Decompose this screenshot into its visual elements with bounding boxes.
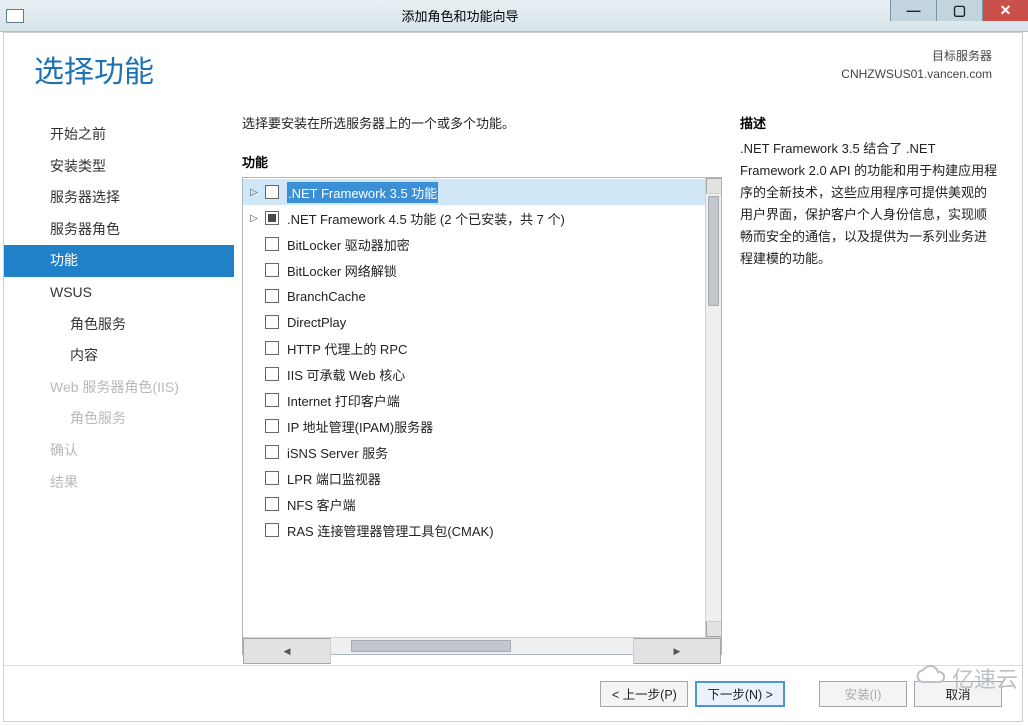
feature-checkbox[interactable] [265,367,279,381]
features-heading: 功能 [242,152,722,171]
feature-checkbox[interactable] [265,497,279,511]
target-server-name: CNHZWSUS01.vancen.com [841,65,992,83]
features-box: ▷ .NET Framework 3.5 功能 ▷ .NET Framework 4.… [242,177,722,655]
description-text: .NET Framework 3.5 结合了 .NET Framework 2.… [740,138,998,271]
page-title: 选择功能 [34,47,154,91]
feature-label: BitLocker 网络解锁 [287,261,397,280]
feature-label: IIS 可承载 Web 核心 [287,365,405,384]
sidebar-item-wsus[interactable]: WSUS [4,277,234,309]
sidebar-item-features[interactable]: 功能 [4,245,234,277]
feature-label: NFS 客户端 [287,495,356,514]
title-bar: 添加角色和功能向导 — ▢ ✕ [0,0,1028,32]
expand-icon[interactable]: ▷ [247,185,261,199]
description-heading: 描述 [740,113,998,132]
feature-label: HTTP 代理上的 RPC [287,339,407,358]
features-tree: ▷ .NET Framework 3.5 功能 ▷ .NET Framework 4.… [243,178,721,544]
feature-checkbox[interactable] [265,393,279,407]
install-button: 安装(I) [819,681,907,707]
feature-checkbox[interactable] [265,237,279,251]
feature-checkbox[interactable] [265,445,279,459]
feature-row[interactable]: BitLocker 驱动器加密 [243,231,721,257]
client-area: 选择功能 目标服务器 CNHZWSUS01.vancen.com 开始之前 安装… [3,32,1023,722]
feature-row[interactable]: Internet 打印客户端 [243,387,721,413]
feature-label: .NET Framework 3.5 功能 [287,182,438,203]
minimize-button[interactable]: — [890,0,936,21]
close-button[interactable]: ✕ [982,0,1028,21]
feature-label: IP 地址管理(IPAM)服务器 [287,417,433,436]
horizontal-scrollbar[interactable]: ◀ ▶ [243,637,721,654]
feature-row[interactable]: BranchCache [243,283,721,309]
feature-row[interactable]: ▷ .NET Framework 4.5 功能 (2 个已安装，共 7 个) [243,205,721,231]
feature-label: .NET Framework 4.5 功能 (2 个已安装，共 7 个) [287,209,565,228]
feature-row[interactable]: RAS 连接管理器管理工具包(CMAK) [243,517,721,543]
feature-label: iSNS Server 服务 [287,443,388,462]
wizard-footer: < 上一步(P) 下一步(N) > 安装(I) 取消 [4,665,1022,721]
sidebar-item-confirmation: 确认 [4,435,234,467]
description-panel: 描述 .NET Framework 3.5 结合了 .NET Framework… [740,113,998,655]
sidebar-item-installation-type[interactable]: 安装类型 [4,151,234,183]
feature-checkbox[interactable] [265,185,279,199]
feature-checkbox[interactable] [265,341,279,355]
scroll-down-button[interactable]: ▼ [706,621,721,637]
features-scroll[interactable]: ▷ .NET Framework 3.5 功能 ▷ .NET Framework 4.… [243,178,721,637]
main-content: 选择要安装在所选服务器上的一个或多个功能。 功能 ▷ .NET Framework… [234,101,1006,665]
target-server-block: 目标服务器 CNHZWSUS01.vancen.com [841,47,992,83]
feature-checkbox[interactable] [265,211,279,225]
cancel-button[interactable]: 取消 [914,681,1002,707]
next-button[interactable]: 下一步(N) > [695,681,785,707]
wizard-sidebar: 开始之前 安装类型 服务器选择 服务器角色 功能 WSUS 角色服务 内容 We… [4,101,234,665]
wizard-body: 开始之前 安装类型 服务器选择 服务器角色 功能 WSUS 角色服务 内容 We… [4,101,1022,665]
feature-label: RAS 连接管理器管理工具包(CMAK) [287,521,494,540]
window-icon [0,9,30,23]
feature-label: Internet 打印客户端 [287,391,400,410]
scroll-up-button[interactable]: ▲ [706,178,721,194]
feature-row[interactable]: iSNS Server 服务 [243,439,721,465]
feature-checkbox[interactable] [265,263,279,277]
feature-checkbox[interactable] [265,315,279,329]
feature-row[interactable]: IIS 可承载 Web 核心 [243,361,721,387]
window-title: 添加角色和功能向导 [30,6,890,25]
wizard-header: 选择功能 目标服务器 CNHZWSUS01.vancen.com [4,33,1022,101]
instruction-text: 选择要安装在所选服务器上的一个或多个功能。 [242,113,722,132]
feature-row[interactable]: NFS 客户端 [243,491,721,517]
feature-label: DirectPlay [287,315,346,330]
scroll-right-button[interactable]: ▶ [633,638,721,664]
feature-row[interactable]: IP 地址管理(IPAM)服务器 [243,413,721,439]
feature-label: BitLocker 驱动器加密 [287,235,410,254]
sidebar-item-server-selection[interactable]: 服务器选择 [4,182,234,214]
sidebar-item-role-services[interactable]: 角色服务 [4,309,234,341]
sidebar-item-before-you-begin[interactable]: 开始之前 [4,119,234,151]
scroll-left-button[interactable]: ◀ [243,638,331,664]
feature-checkbox[interactable] [265,471,279,485]
feature-checkbox[interactable] [265,523,279,537]
window-buttons: — ▢ ✕ [890,0,1028,31]
feature-row[interactable]: ▷ .NET Framework 3.5 功能 [243,179,721,205]
sidebar-item-server-roles[interactable]: 服务器角色 [4,214,234,246]
sidebar-item-web-server-iis: Web 服务器角色(IIS) [4,372,234,404]
feature-row[interactable]: LPR 端口监视器 [243,465,721,491]
feature-checkbox[interactable] [265,289,279,303]
sidebar-item-content[interactable]: 内容 [4,340,234,372]
feature-checkbox[interactable] [265,419,279,433]
previous-button[interactable]: < 上一步(P) [600,681,688,707]
maximize-button[interactable]: ▢ [936,0,982,21]
sidebar-item-results: 结果 [4,467,234,499]
expand-icon[interactable]: ▷ [247,211,261,225]
vertical-scrollbar-thumb[interactable] [708,196,719,306]
vertical-scrollbar[interactable]: ▲ ▼ [705,178,721,637]
feature-row[interactable]: HTTP 代理上的 RPC [243,335,721,361]
features-panel: 选择要安装在所选服务器上的一个或多个功能。 功能 ▷ .NET Framework… [242,113,722,655]
feature-row[interactable]: DirectPlay [243,309,721,335]
feature-label: BranchCache [287,289,366,304]
horizontal-scrollbar-thumb[interactable] [351,640,511,652]
feature-label: LPR 端口监视器 [287,469,381,488]
feature-row[interactable]: BitLocker 网络解锁 [243,257,721,283]
target-server-label: 目标服务器 [841,47,992,65]
server-manager-icon [6,9,24,23]
sidebar-item-iis-role-services: 角色服务 [4,403,234,435]
